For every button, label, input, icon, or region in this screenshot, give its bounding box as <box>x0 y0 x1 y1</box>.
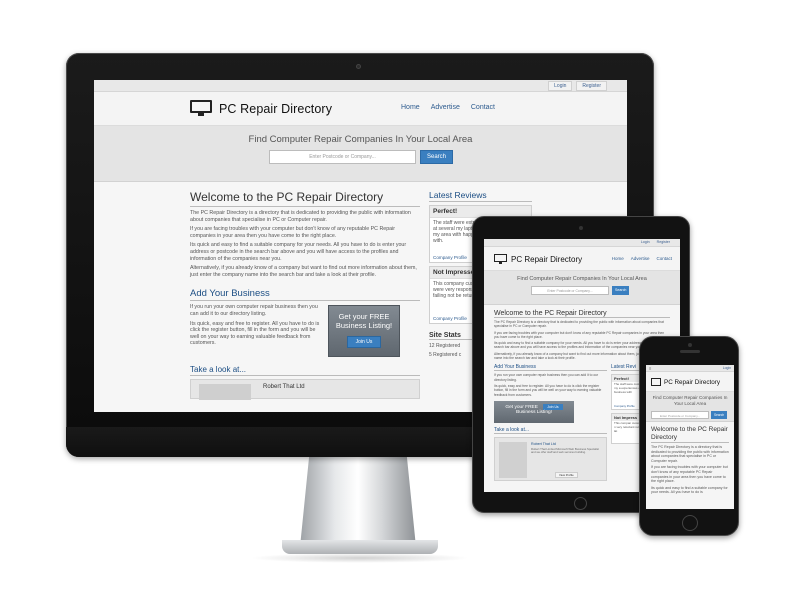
search-input[interactable]: Enter Postcode or Company... <box>269 150 416 164</box>
company-description: Robert That Limited Microsoft Web Busine… <box>531 446 599 455</box>
join-us-button[interactable]: Join Us <box>346 336 382 349</box>
site-topbar: Login Register <box>94 80 627 92</box>
welcome-title: Welcome to the PC Repair Directory <box>651 426 729 443</box>
welcome-paragraph: The PC Repair Directory is a directory t… <box>651 445 729 463</box>
register-link[interactable]: Register <box>576 81 607 91</box>
imac-shadow <box>250 553 470 563</box>
monitor-icon <box>651 378 661 386</box>
search-input[interactable]: Enter Postcode or Company... <box>531 286 609 295</box>
imac-camera <box>356 64 361 69</box>
nav-advertise[interactable]: Advertise <box>631 256 650 261</box>
promo-line1: Get your FREE <box>338 312 390 322</box>
menu-icon[interactable]: ≡ <box>649 366 651 371</box>
search-hero: Find Computer Repair Companies In Your L… <box>94 126 627 182</box>
add-paragraph: Its quick, easy and free to register. Al… <box>494 383 602 397</box>
latest-reviews-title: Latest Reviews <box>429 190 532 202</box>
logo-text: PC Repair Directory <box>219 101 333 116</box>
main-nav: Home Advertise Contact <box>401 104 495 111</box>
featured-company[interactable]: Robert That Ltd Robert That Limited Micr… <box>494 436 607 481</box>
search-input[interactable]: Enter Postcode or Company... <box>651 411 709 419</box>
hero-title: Find Computer Repair Companies In Your L… <box>248 134 473 145</box>
add-business-title: Add Your Business <box>190 288 420 302</box>
login-link[interactable]: Login <box>641 240 650 244</box>
take-a-look-title: Take a look at... <box>190 365 420 377</box>
welcome-paragraph: Its quick and easy to find a suitable co… <box>651 485 728 495</box>
promo-line2: Business Listing! <box>516 409 552 415</box>
nav-contact[interactable]: Contact <box>656 256 672 261</box>
hero-title: Find Computer Repair Companies In Your L… <box>517 276 647 282</box>
site-header: PC Repair Directory Home Advertise Conta… <box>94 92 627 126</box>
hero-title: Find Computer Repair Companies In Your L… <box>652 395 728 406</box>
monitor-icon <box>494 254 507 264</box>
welcome-title: Welcome to the PC Repair Directory <box>190 190 420 207</box>
iphone-home-button <box>682 515 698 531</box>
welcome-paragraph: Its quick and easy to find a suitable co… <box>190 242 407 262</box>
logo-text: PC Repair Directory <box>511 254 583 264</box>
add-paragraph: Its quick, easy and free to register. Al… <box>190 320 320 347</box>
promo-line2: Business Listing! <box>335 321 393 331</box>
imac-stand-base <box>282 540 438 554</box>
welcome-paragraph: The PC Repair Directory is a directory t… <box>190 210 411 223</box>
add-business-title: Add Your Business <box>494 364 607 372</box>
company-thumbnail <box>199 384 251 401</box>
site-logo[interactable]: PC Repair Directory <box>190 100 332 117</box>
iphone-screen: ≡ Login PC Repair Directory Find Compute… <box>646 365 734 509</box>
take-a-look-title: Take a look at... <box>494 427 607 434</box>
search-button[interactable]: Search <box>420 150 454 164</box>
welcome-paragraph: If you are facing troubles with your com… <box>651 465 728 484</box>
nav-contact[interactable]: Contact <box>471 104 495 111</box>
search-button[interactable]: Search <box>711 411 728 419</box>
featured-company[interactable]: Robert That Ltd <box>190 379 420 401</box>
login-link[interactable]: Login <box>548 81 573 91</box>
nav-home[interactable]: Home <box>612 256 624 261</box>
imac-stand-neck <box>300 455 416 547</box>
welcome-paragraph: The PC Repair Directory is a directory t… <box>494 320 664 329</box>
free-listing-promo[interactable]: Get your FREE Join Us Business Listing! <box>494 400 574 423</box>
iphone-speaker <box>680 350 700 353</box>
company-thumbnail <box>499 441 527 478</box>
site-logo[interactable]: PC Repair Directory <box>651 378 720 386</box>
login-link[interactable]: Login <box>723 366 731 370</box>
welcome-paragraph: If you are facing troubles with your com… <box>190 226 396 239</box>
nav-advertise[interactable]: Advertise <box>431 104 460 111</box>
register-link[interactable]: Register <box>657 240 670 244</box>
welcome-paragraph: Alternatively, if you already know of a … <box>190 265 417 278</box>
ipad-home-button <box>574 497 587 510</box>
monitor-icon <box>190 100 212 117</box>
iphone-camera <box>688 343 692 347</box>
logo-text: PC Repair Directory <box>664 378 720 386</box>
nav-home[interactable]: Home <box>401 104 420 111</box>
iphone-device: ≡ Login PC Repair Directory Find Compute… <box>639 336 739 536</box>
ipad-camera <box>579 226 583 230</box>
add-paragraph: If you run your own computer repair busi… <box>190 304 318 317</box>
search-button[interactable]: Search <box>612 286 630 295</box>
view-profile-button[interactable]: View Profile <box>555 471 578 478</box>
add-paragraph: If you run your own computer repair busi… <box>494 373 599 382</box>
welcome-title: Welcome to the PC Repair Directory <box>494 310 670 318</box>
main-column: Welcome to the PC Repair Directory The P… <box>190 190 420 401</box>
company-title: Robert That Ltd <box>531 441 556 446</box>
site-logo[interactable]: PC Repair Directory <box>494 254 582 264</box>
company-title: Robert That Ltd <box>263 384 305 391</box>
free-listing-promo[interactable]: Get your FREE Business Listing! Join Us <box>328 305 400 358</box>
